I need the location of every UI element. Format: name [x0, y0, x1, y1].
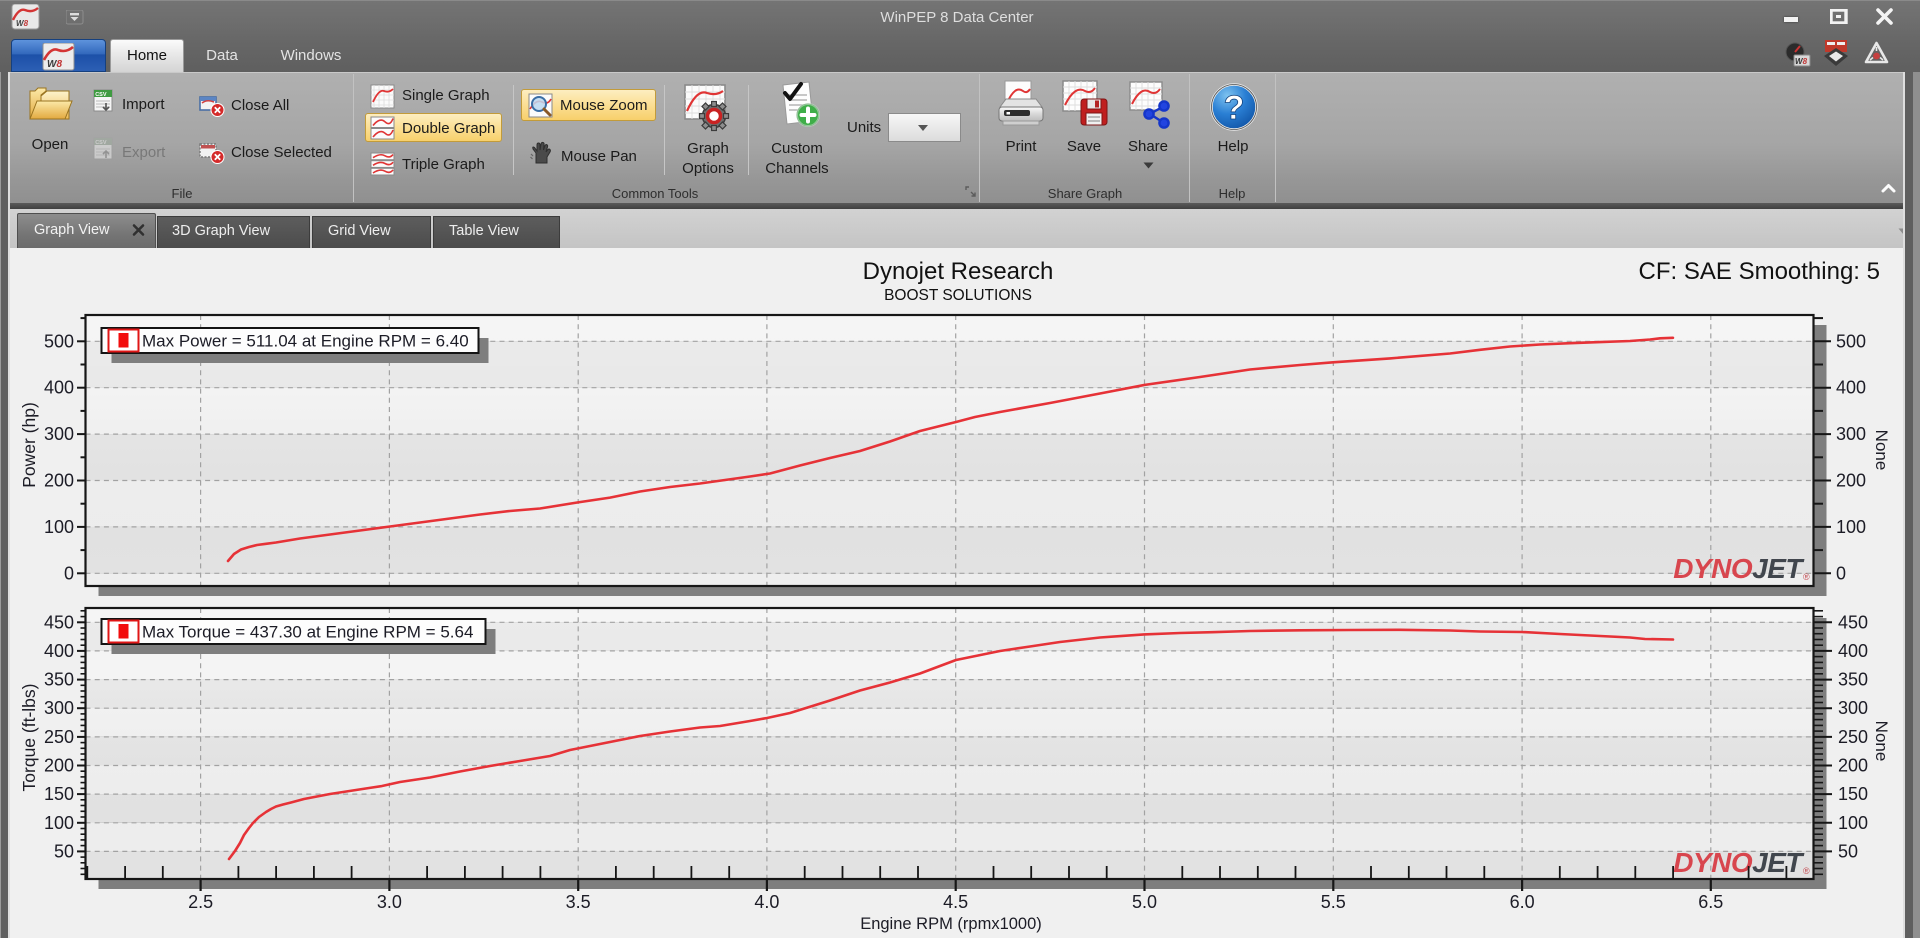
svg-text:150: 150: [44, 784, 74, 804]
svg-text:450: 450: [1838, 612, 1868, 632]
svg-text:6.0: 6.0: [1510, 892, 1535, 912]
svg-text:Engine RPM (rpmx1000): Engine RPM (rpmx1000): [860, 915, 1042, 933]
svg-text:100: 100: [44, 517, 74, 537]
svg-text:200: 200: [1836, 471, 1866, 491]
svg-text:50: 50: [54, 841, 74, 861]
svg-text:150: 150: [1838, 784, 1868, 804]
svg-text:50: 50: [1838, 841, 1858, 861]
svg-text:100: 100: [44, 813, 74, 833]
svg-text:200: 200: [44, 471, 74, 491]
svg-text:100: 100: [1838, 813, 1868, 833]
svg-text:0: 0: [1836, 563, 1846, 583]
svg-text:400: 400: [1836, 378, 1866, 398]
svg-text:350: 350: [44, 670, 74, 690]
svg-text:200: 200: [44, 756, 74, 776]
svg-text:®: ®: [1803, 866, 1810, 876]
svg-text:0: 0: [64, 563, 74, 583]
svg-text:2.5: 2.5: [188, 892, 213, 912]
svg-text:500: 500: [44, 331, 74, 351]
svg-text:5.5: 5.5: [1321, 892, 1346, 912]
svg-text:250: 250: [1838, 727, 1868, 747]
svg-text:400: 400: [44, 378, 74, 398]
svg-text:4.5: 4.5: [943, 892, 968, 912]
svg-text:BOOST SOLUTIONS: BOOST SOLUTIONS: [884, 287, 1032, 304]
svg-text:300: 300: [44, 424, 74, 444]
svg-text:6.5: 6.5: [1698, 892, 1723, 912]
svg-text:250: 250: [44, 727, 74, 747]
svg-text:400: 400: [44, 641, 74, 661]
svg-text:350: 350: [1838, 670, 1868, 690]
svg-text:CF: SAE Smoothing: 5: CF: SAE Smoothing: 5: [1639, 258, 1880, 285]
svg-text:200: 200: [1838, 756, 1868, 776]
svg-text:4.0: 4.0: [754, 892, 779, 912]
svg-text:400: 400: [1838, 641, 1868, 661]
svg-text:500: 500: [1836, 331, 1866, 351]
svg-text:None: None: [1872, 430, 1891, 471]
svg-text:Max Power = 511.04 at Engine R: Max Power = 511.04 at Engine RPM = 6.40: [142, 332, 469, 351]
svg-text:Max Torque = 437.30 at Engine: Max Torque = 437.30 at Engine RPM = 5.64: [142, 623, 473, 642]
svg-text:Torque (ft-lbs): Torque (ft-lbs): [19, 684, 39, 792]
svg-text:Dynojet Research: Dynojet Research: [863, 258, 1054, 285]
svg-text:5.0: 5.0: [1132, 892, 1157, 912]
svg-text:100: 100: [1836, 517, 1866, 537]
svg-text:450: 450: [44, 612, 74, 632]
svg-text:DYNOJET: DYNOJET: [1673, 553, 1805, 584]
svg-text:300: 300: [1838, 698, 1868, 718]
svg-text:®: ®: [1803, 572, 1810, 582]
svg-text:None: None: [1872, 721, 1891, 762]
svg-text:300: 300: [44, 698, 74, 718]
svg-text:300: 300: [1836, 424, 1866, 444]
svg-text:3.0: 3.0: [377, 892, 402, 912]
svg-text:Power (hp): Power (hp): [19, 402, 39, 488]
svg-text:3.5: 3.5: [566, 892, 591, 912]
